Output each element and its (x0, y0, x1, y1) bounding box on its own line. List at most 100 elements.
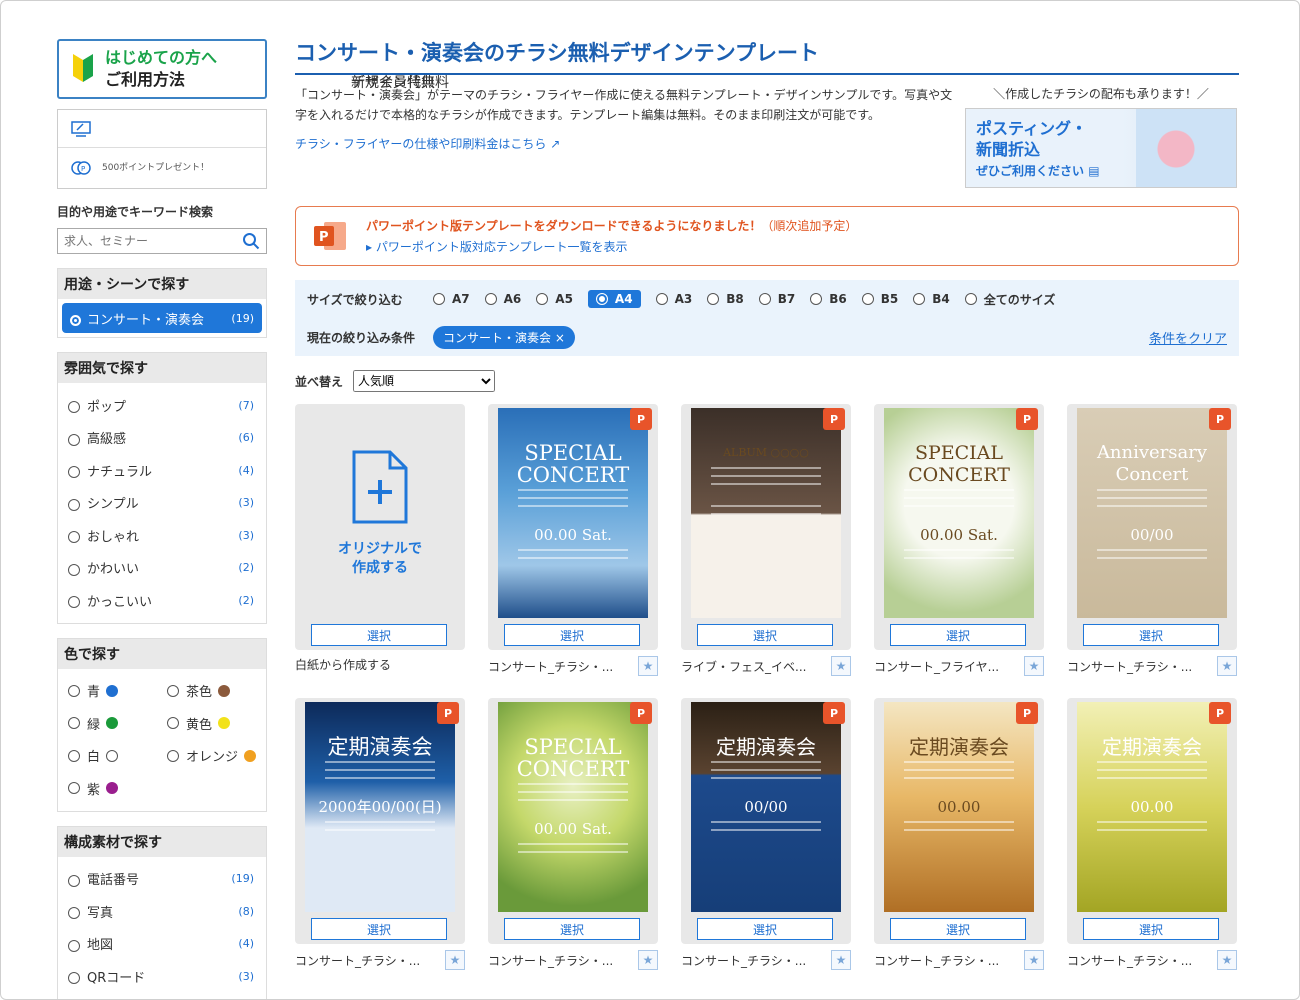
template-card[interactable]: 定期演奏会 00.00 P 選択 コンサート_チラシ・... ★ (874, 698, 1044, 970)
sort-select[interactable]: 人気順 (353, 370, 496, 392)
radio[interactable] (68, 531, 80, 544)
select-button[interactable]: 選択 (311, 918, 447, 940)
powerpoint-list-link[interactable]: ▸ パワーポイント版対応テンプレート一覧を表示 (366, 238, 857, 255)
spec-price-link[interactable]: チラシ・フライヤーの仕様や印刷料金はこちら ↗ (295, 135, 955, 152)
radio[interactable] (68, 433, 80, 446)
color-option[interactable]: 茶色 (167, 675, 266, 708)
select-button[interactable]: 選択 (311, 624, 447, 646)
select-button[interactable]: 選択 (890, 624, 1026, 646)
template-thumbnail[interactable]: Anniversary Concert 00/00 (1077, 408, 1227, 618)
template-card[interactable]: 定期演奏会 00.00 P 選択 コンサート_チラシ・... ★ (1067, 698, 1237, 970)
favorite-star-icon[interactable]: ★ (445, 950, 465, 970)
select-button[interactable]: 選択 (697, 918, 833, 940)
select-button[interactable]: 選択 (697, 624, 833, 646)
favorite-star-icon[interactable]: ★ (831, 950, 851, 970)
radio[interactable] (68, 939, 80, 952)
size-option[interactable]: A7 (433, 292, 470, 306)
size-option[interactable]: A3 (655, 292, 692, 306)
template-thumbnail[interactable]: 定期演奏会 00.00 (1077, 702, 1227, 912)
template-card[interactable]: 定期演奏会 00/00 P 選択 コンサート_チラシ・... ★ (681, 698, 851, 970)
color-option[interactable]: 緑 (68, 707, 167, 740)
favorite-star-icon[interactable]: ★ (638, 950, 658, 970)
radio[interactable] (433, 293, 445, 305)
color-option[interactable]: 紫 (68, 772, 167, 805)
material-option[interactable]: 電話番号 (19) (58, 863, 266, 896)
clear-filter-link[interactable]: 条件をクリア (1149, 328, 1227, 347)
radio[interactable] (68, 401, 80, 414)
radio[interactable] (68, 749, 80, 762)
size-option[interactable]: A5 (536, 292, 573, 306)
select-button[interactable]: 選択 (1083, 624, 1219, 646)
template-card[interactable]: 定期演奏会 2000年00/00(日) P 選択 コンサート_チラシ・... ★ (295, 698, 465, 970)
template-thumbnail[interactable]: SPECIAL CONCERT 00.00 Sat. (498, 702, 648, 912)
radio[interactable] (655, 293, 668, 305)
search-icon[interactable] (242, 232, 260, 250)
keyword-search-input[interactable] (64, 234, 214, 248)
radio[interactable] (68, 596, 80, 609)
mood-option[interactable]: ナチュラル (4) (58, 454, 266, 487)
color-option[interactable]: オレンジ (167, 740, 266, 773)
size-option[interactable]: B8 (707, 292, 744, 306)
radio[interactable] (167, 684, 179, 697)
radio[interactable] (861, 293, 874, 305)
material-option[interactable]: 地図 (4) (58, 928, 266, 961)
beginner-guide-button[interactable]: はじめての方へ ご利用方法 (57, 39, 267, 99)
mood-option[interactable]: おしゃれ (3) (58, 519, 266, 552)
favorite-star-icon[interactable]: ★ (638, 656, 658, 676)
template-card[interactable]: Anniversary Concert 00/00 P 選択 コンサート_チラシ・... ★ (1067, 404, 1237, 676)
size-option[interactable]: 全てのサイズ (964, 291, 1055, 308)
radio[interactable] (167, 749, 179, 762)
select-button[interactable]: 選択 (1083, 918, 1219, 940)
radio[interactable] (758, 293, 771, 305)
template-thumbnail[interactable]: 定期演奏会 00/00 (691, 702, 841, 912)
filter-chip[interactable]: コンサート・演奏会 × (433, 325, 575, 349)
radio[interactable] (68, 498, 80, 511)
favorite-star-icon[interactable]: ★ (1217, 656, 1237, 676)
template-card[interactable]: ALBUM ○○○○ P 選択 ライブ・フェス_イベ... ★ (681, 404, 851, 676)
template-thumbnail[interactable]: SPECIAL CONCERT 00.00 Sat. (884, 408, 1034, 618)
favorite-star-icon[interactable]: ★ (1024, 656, 1044, 676)
material-option[interactable]: 写真 (8) (58, 895, 266, 928)
radio[interactable] (68, 874, 80, 887)
template-thumbnail[interactable]: 定期演奏会 00.00 (884, 702, 1034, 912)
template-thumbnail[interactable]: ALBUM ○○○○ (691, 408, 841, 618)
close-icon[interactable]: × (555, 331, 565, 345)
radio[interactable] (68, 972, 80, 985)
size-option[interactable]: B5 (861, 292, 898, 306)
mood-option[interactable]: かわいい (2) (58, 552, 266, 585)
select-button[interactable]: 選択 (890, 918, 1026, 940)
radio[interactable] (68, 782, 80, 795)
color-option[interactable]: 黄色 (167, 707, 266, 740)
original-card[interactable]: オリジナルで 作成する 選択 白紙から作成する (295, 404, 465, 676)
material-option[interactable]: QRコード (3) (58, 960, 266, 993)
color-option[interactable]: 白 (68, 740, 167, 773)
size-option[interactable]: B6 (810, 292, 847, 306)
size-option[interactable]: B4 (913, 292, 950, 306)
favorite-star-icon[interactable]: ★ (1024, 950, 1044, 970)
template-card[interactable]: SPECIAL CONCERT 00.00 Sat. P 選択 コンサート_チラシ・...… (488, 404, 658, 676)
favorite-star-icon[interactable]: ★ (1217, 950, 1237, 970)
mood-option[interactable]: かっこいい (2) (58, 584, 266, 617)
size-option[interactable]: A4 (587, 290, 641, 308)
mood-option[interactable]: シンプル (3) (58, 487, 266, 520)
radio[interactable] (707, 293, 720, 305)
free-design-link[interactable]: デザイン代無料 (58, 75, 449, 148)
template-card[interactable]: SPECIAL CONCERT 00.00 Sat. P 選択 コンサート_チラシ・...… (488, 698, 658, 970)
radio[interactable] (595, 293, 608, 305)
radio[interactable] (167, 717, 179, 730)
mood-option[interactable]: ポップ (7) (58, 389, 266, 422)
radio[interactable] (68, 563, 80, 576)
radio[interactable] (484, 293, 497, 305)
usage-option-concert[interactable]: コンサート・演奏会 (19) (62, 303, 262, 333)
radio[interactable] (536, 293, 549, 305)
radio[interactable] (810, 293, 823, 305)
template-thumbnail[interactable]: 定期演奏会 2000年00/00(日) (305, 702, 455, 912)
posting-banner[interactable]: ポスティング・ 新聞折込 ぜひご利用ください ▤ (965, 108, 1237, 188)
size-option[interactable]: B7 (758, 292, 795, 306)
select-button[interactable]: 選択 (504, 624, 640, 646)
mood-option[interactable]: 高級感 (6) (58, 422, 266, 455)
new-member-link[interactable]: P 新規会員特典 500ポイントプレゼント！ (58, 75, 435, 188)
radio[interactable] (68, 907, 80, 920)
radio[interactable] (68, 684, 80, 697)
radio[interactable] (964, 293, 977, 305)
